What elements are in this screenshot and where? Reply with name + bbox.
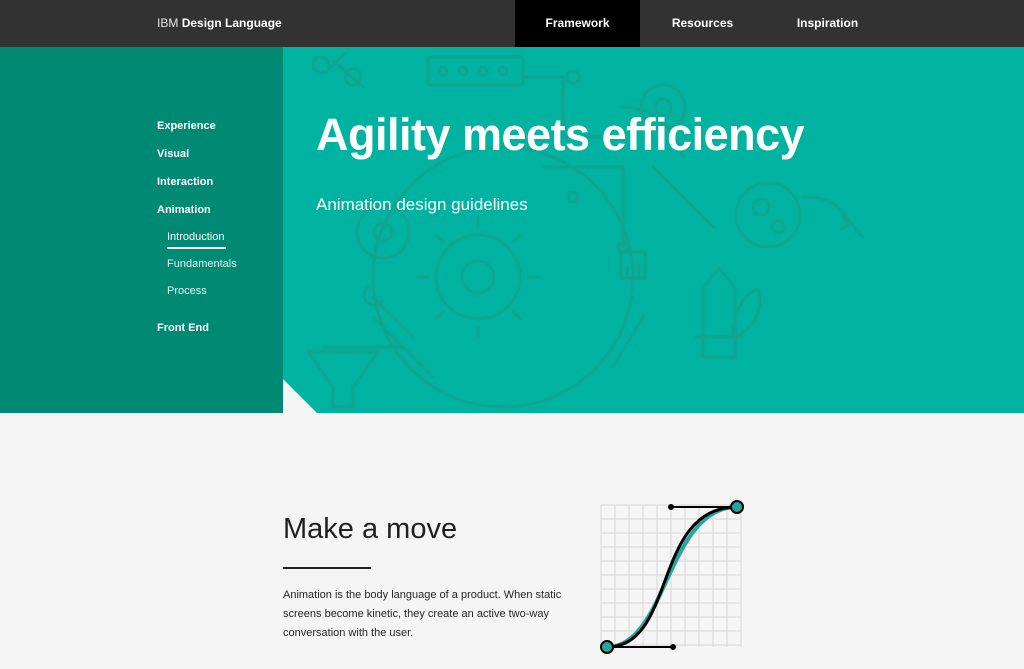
brand-prefix: IBM bbox=[157, 16, 179, 30]
sidebar-subitem-fundamentals[interactable]: Fundamentals bbox=[167, 258, 237, 270]
section-body: Animation is the body language of a prod… bbox=[283, 589, 562, 639]
gear-icon bbox=[416, 215, 540, 339]
nav-item-resources[interactable]: Resources bbox=[640, 0, 765, 47]
brand-logo[interactable]: IBM Design Language bbox=[157, 0, 282, 47]
brand-name: Design Language bbox=[181, 16, 282, 30]
section-title: Make a move bbox=[283, 513, 458, 545]
primary-nav: Framework Resources Inspiration bbox=[515, 0, 890, 47]
sidebar-item-interaction[interactable]: Interaction bbox=[157, 176, 213, 188]
sidebar-item-experience[interactable]: Experience bbox=[157, 120, 216, 132]
settings-badge-icon bbox=[734, 181, 802, 249]
curve-end-handle bbox=[730, 500, 744, 514]
curve-start-handle bbox=[600, 640, 614, 654]
hero-title: Agility meets efficiency bbox=[316, 109, 805, 160]
slider-panel-icon bbox=[426, 55, 525, 87]
nav-item-framework[interactable]: Framework bbox=[515, 0, 640, 47]
easing-curve-icon bbox=[600, 500, 744, 654]
sidebar-subitem-process[interactable]: Process bbox=[167, 285, 207, 297]
active-subitem-underline bbox=[167, 247, 226, 249]
hero-background-illustration bbox=[305, 51, 865, 409]
wrench-icon bbox=[362, 285, 415, 339]
ring-icon bbox=[371, 145, 635, 409]
sidebar-item-visual[interactable]: Visual bbox=[157, 148, 189, 160]
hero-subtitle: Animation design guidelines bbox=[316, 195, 528, 214]
top-navigation-bar: IBM Design Language Framework Resources … bbox=[0, 0, 1024, 47]
sidebar-item-front-end[interactable]: Front End bbox=[157, 322, 209, 334]
bar-chart-icon bbox=[619, 250, 647, 280]
easing-curve-accent bbox=[606, 505, 738, 649]
scissors-icon bbox=[311, 51, 365, 89]
hero-banner: Experience Visual Interaction Animation … bbox=[0, 47, 1024, 413]
section-title-rule bbox=[283, 567, 371, 569]
nav-item-inspiration[interactable]: Inspiration bbox=[765, 0, 890, 47]
sidebar-subitem-introduction[interactable]: Introduction bbox=[167, 231, 224, 243]
leaf-icon bbox=[731, 287, 762, 340]
sidebar-item-animation[interactable]: Animation bbox=[157, 204, 211, 216]
section-sidebar: Experience Visual Interaction Animation … bbox=[0, 47, 283, 413]
easing-curve-main bbox=[606, 505, 738, 649]
sidebar-corner-notch bbox=[283, 379, 317, 413]
funnel-icon bbox=[305, 350, 381, 409]
